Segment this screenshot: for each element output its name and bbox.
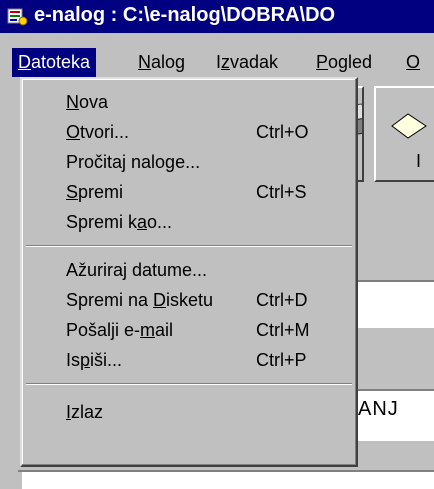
menu-item-spremi[interactable]: Spremi Ctrl+S <box>22 177 356 207</box>
envelope-icon <box>391 113 427 139</box>
menu-item-ispisi[interactable]: Ispiši... Ctrl+P <box>22 345 356 375</box>
menu-item-otvori[interactable]: Otvori... Ctrl+O <box>22 117 356 147</box>
menu-item-label: Pročitaj naloge... <box>66 152 201 172</box>
menu-separator <box>26 245 352 247</box>
input-field[interactable] <box>354 280 434 328</box>
toolbar-button-2-label: I <box>416 151 422 171</box>
shortcut: Ctrl+P <box>256 350 307 370</box>
menu-item-spremi-kao[interactable]: Spremi kao... <box>22 207 356 237</box>
menu-bar: Datoteka Nalog Izvadak Pogled O <box>0 48 434 77</box>
menu-item-izlaz[interactable]: Izlaz <box>22 397 356 427</box>
menu-pogled[interactable]: Pogled <box>310 48 378 77</box>
shortcut: Ctrl+S <box>256 182 307 202</box>
title-bar: e-nalog : C:\e-nalog\DOBRA\DO <box>0 0 434 33</box>
menu-item-label: Ažuriraj datume... <box>66 260 208 280</box>
field-text: ANJ <box>358 398 399 420</box>
menu-item-azuriraj-datume[interactable]: Ažuriraj datume... <box>22 255 356 285</box>
menu-izvadak[interactable]: Izvadak <box>210 48 284 77</box>
menu-item-posalji-email[interactable]: Pošalji e-mail Ctrl+M <box>22 315 356 345</box>
window-title: e-nalog : C:\e-nalog\DOBRA\DO <box>34 4 336 26</box>
shortcut: Ctrl+D <box>256 290 308 310</box>
menu-nalog[interactable]: Nalog <box>132 48 191 77</box>
left-panel <box>0 79 20 489</box>
toolbar-button-2[interactable]: I <box>374 86 434 182</box>
app-icon <box>7 8 28 26</box>
menu-item-nova[interactable]: Nova <box>22 87 356 117</box>
menu-separator <box>26 383 352 385</box>
menu-datoteka-label: atoteka <box>31 52 91 72</box>
menu-item-spremi-na-disketu[interactable]: Spremi na Disketu Ctrl+D <box>22 285 356 315</box>
menu-datoteka[interactable]: Datoteka <box>12 48 97 77</box>
bottom-area <box>22 472 434 489</box>
file-menu-dropdown: Nova Otvori... Ctrl+O Pročitaj naloge...… <box>20 77 358 467</box>
menu-item-procitaj-naloge[interactable]: Pročitaj naloge... <box>22 147 356 177</box>
shortcut: Ctrl+M <box>256 320 310 340</box>
shortcut: Ctrl+O <box>256 122 309 142</box>
menu-o[interactable]: O <box>400 48 426 77</box>
